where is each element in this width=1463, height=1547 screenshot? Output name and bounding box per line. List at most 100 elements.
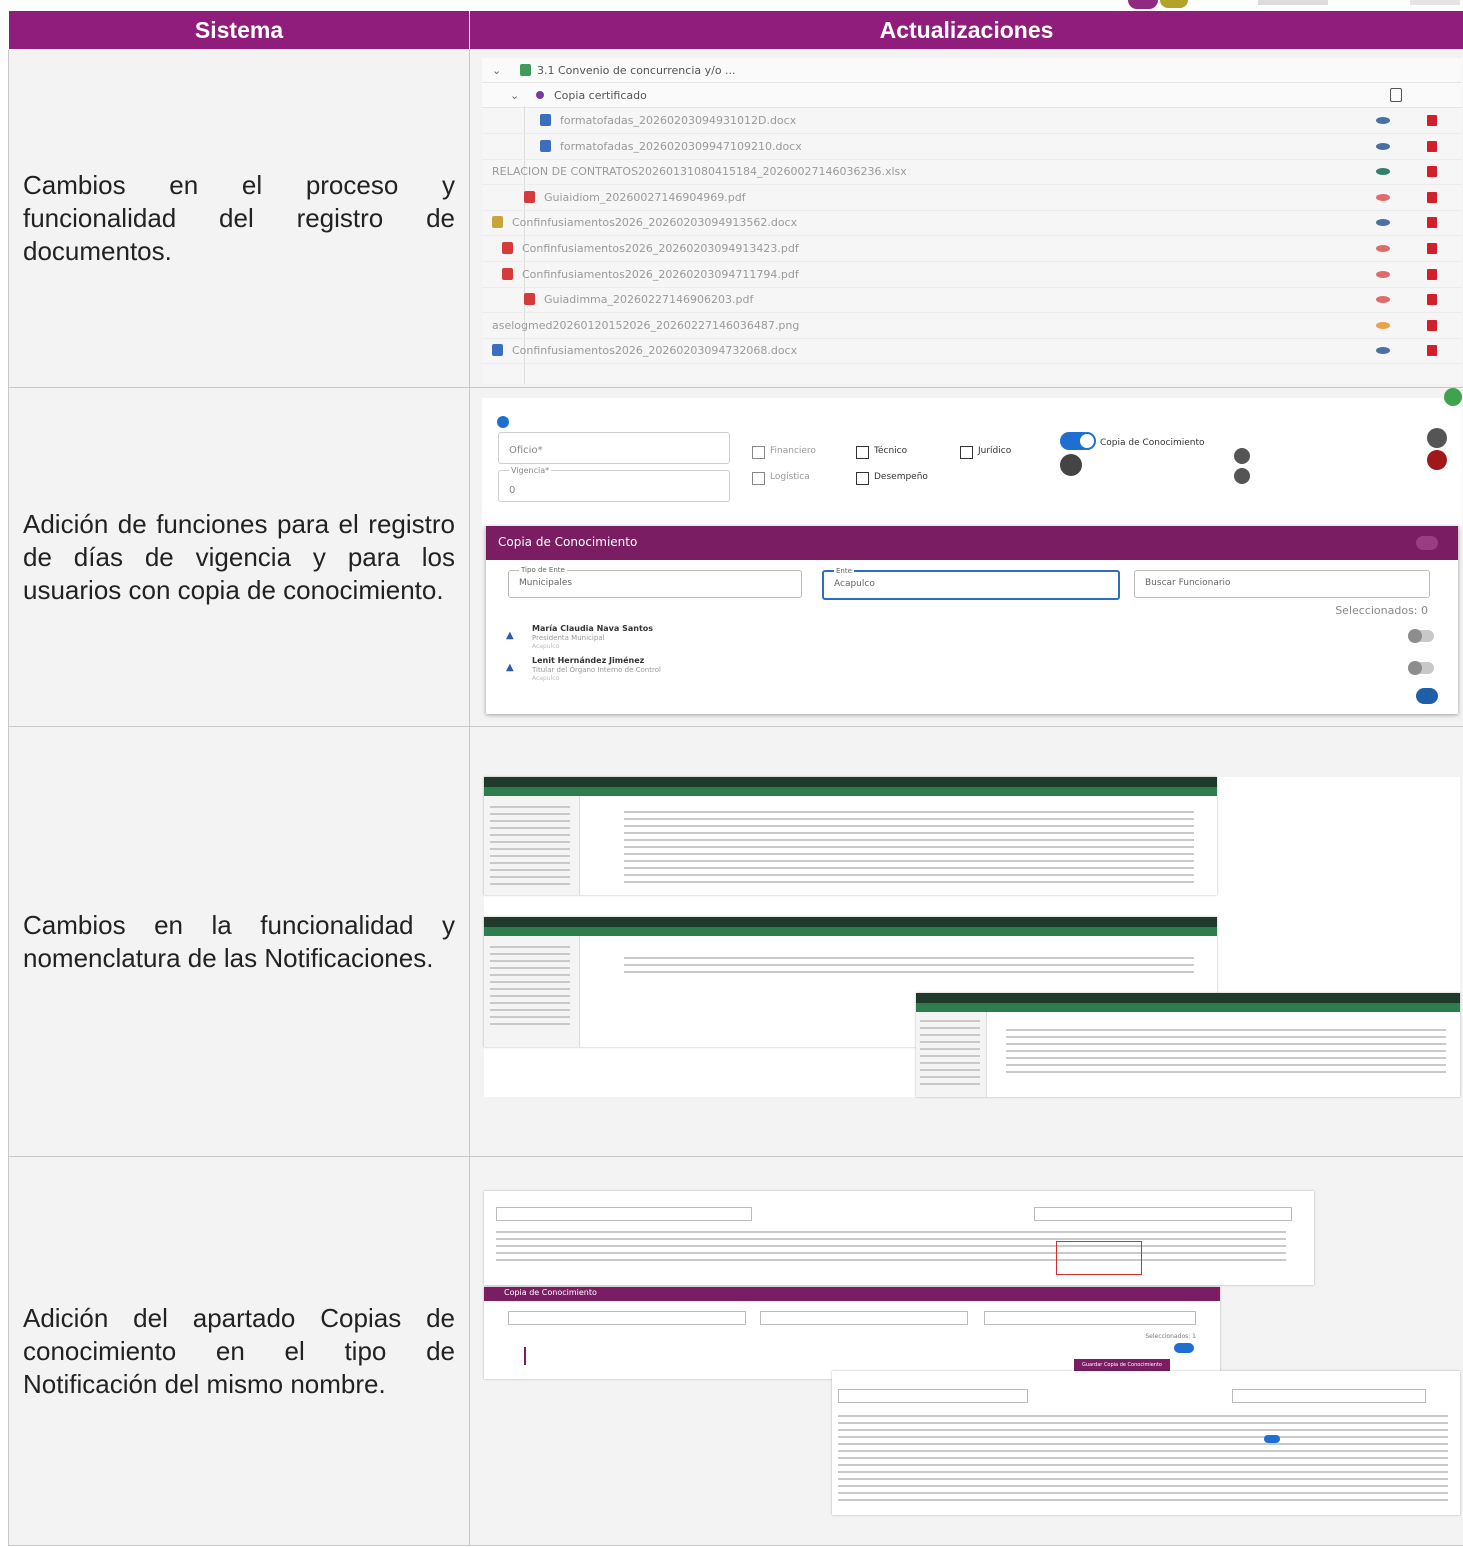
file-name: formatofadas_20260203094931012D.docx [560,114,797,127]
notifications-list-screenshot [484,777,1217,895]
file-icon[interactable] [1234,468,1250,484]
file-icon [524,190,535,203]
file-icon [502,267,513,280]
eye-icon[interactable] [1376,296,1390,304]
list-item[interactable]: formatofadas_20260203094931012D.docx [482,108,1462,134]
trash-icon[interactable] [1427,294,1437,306]
trash-icon[interactable] [1427,191,1437,203]
file-name: Guiadimma_20260227146906203.pdf [544,293,754,307]
eye-icon[interactable] [1376,321,1390,329]
chevron-down-icon: ⌄ [510,89,520,102]
folder-icon [520,64,531,76]
user-toggle[interactable] [1264,1435,1280,1443]
list-item[interactable]: Confinfusiamentos2026_20260203094711794.… [482,262,1462,288]
check-financiero[interactable] [752,446,765,459]
list-item[interactable]: Guiaidiom_20260027146904969.pdf [482,185,1462,211]
search-input[interactable]: Buscar Funcionario [1134,570,1430,598]
file-icon[interactable] [1234,448,1250,464]
add-icon[interactable] [1444,388,1462,406]
header-actualizaciones: Actualizaciones [469,10,1463,50]
folder-label: 3.1 Convenio de concurrencia y/o ... [537,64,736,77]
screenshot-cell [469,726,1463,1157]
oficio-field[interactable]: Oficio* [498,432,730,464]
notifications-detail-screenshot [916,993,1460,1097]
list-item[interactable]: Confinfusiamentos2026_20260203094732068.… [482,338,1462,365]
row-description: Adición de funciones para el registro de… [8,387,470,727]
tipo-ente-select[interactable]: Tipo de Ente Municipales [508,566,802,598]
file-name: formatofadas_2026020309947109210.docx [560,139,802,153]
trash-icon[interactable] [1427,140,1437,152]
list-item[interactable]: formatofadas_2026020309947109210.docx [482,134,1462,160]
check-desempeno[interactable] [856,472,869,485]
screenshot-cell: ⌄ 3.1 Convenio de concurrencia y/o ... ⌄… [469,49,1463,388]
trash-icon[interactable] [1427,243,1437,254]
user-row: ▲ María Claudia Nava Santos Presidenta M… [498,622,1442,652]
eye-icon[interactable] [1376,219,1390,227]
document-form-screenshot: Oficio* Vigencia* 0 Financiero Técnico Ju… [482,388,1462,526]
user-toggle[interactable] [1174,1343,1194,1353]
save-icon[interactable] [1427,428,1447,448]
trash-icon[interactable] [1427,217,1437,229]
trash-icon[interactable] [1427,345,1437,357]
file-name: Guiaidiom_20260027146904969.pdf [544,190,746,204]
trash-icon[interactable] [1427,268,1437,280]
table-row: Cambios en la funcionalidad y nomenclatu… [8,726,1463,1157]
table-row: Adición de funciones para el registro de… [8,387,1463,727]
file-name: Confinfusiamentos2026_20260203094913562.… [512,216,798,230]
user-icon: ▲ [506,630,514,641]
eye-icon[interactable] [1376,193,1390,201]
file-icon [502,242,513,254]
eye-icon[interactable] [1376,142,1390,150]
eye-icon[interactable] [1376,117,1390,124]
list-item[interactable]: Confinfusiamentos2026_20260203094913423.… [482,236,1462,262]
user-toggle[interactable] [1408,661,1434,675]
eye-icon[interactable] [1376,347,1390,355]
list-item[interactable]: Confinfusiamentos2026_20260203094913562.… [482,210,1462,237]
upload-file-icon[interactable] [1390,88,1402,102]
eye-icon[interactable] [1376,270,1390,278]
header-sistema: Sistema [8,10,470,50]
file-icon [524,293,535,306]
modal-title: Copia de Conocimiento [498,535,638,549]
check-tecnico[interactable] [856,446,869,459]
ente-input[interactable]: Ente Acapulco [822,567,1120,600]
confirm-button[interactable] [1416,688,1438,704]
header-logo [1080,0,1463,10]
screenshot-cell: Oficio* Vigencia* 0 Financiero Técnico Ju… [469,387,1463,727]
file-icon [492,216,503,229]
close-icon[interactable] [1416,536,1438,550]
notifications-table-screenshot [484,1191,1314,1285]
table-row: Cambios en el proceso y funcionalidad de… [8,49,1463,388]
trash-icon[interactable] [1427,115,1437,126]
user-icon: ▲ [506,662,514,673]
row-description: Cambios en el proceso y funcionalidad de… [8,49,470,388]
trash-icon[interactable] [1427,319,1437,331]
add-user-icon[interactable] [1060,454,1082,476]
selected-count: Seleccionados: 0 [1335,604,1428,617]
file-name: Confinfusiamentos2026_20260203094711794.… [522,267,799,281]
list-item[interactable]: Guiadimma_20260227146906203.pdf [482,287,1462,314]
trash-icon[interactable] [1427,166,1437,178]
user-toggle[interactable] [1408,629,1434,643]
row-description: Adición del apartado Copias de conocimie… [8,1156,470,1546]
screenshot-cell: Copia de Conocimiento Seleccionados: 1 G… [469,1156,1463,1546]
eye-icon[interactable] [1376,168,1390,176]
file-name: Confinfusiamentos2026_20260203094732068.… [512,344,798,358]
category-icon [536,91,544,99]
highlight-box [1056,1241,1142,1275]
file-icon [540,114,551,126]
updates-table: Sistema Actualizaciones Cambios en el pr… [8,10,1463,1546]
eye-icon[interactable] [1376,245,1390,252]
vigencia-field[interactable]: Vigencia* 0 [498,466,730,502]
delete-icon[interactable] [1427,450,1447,470]
row-description: Cambios en la funcionalidad y nomenclatu… [8,726,470,1157]
list-item[interactable]: aselogmed20260120152026_2026022714603648… [482,313,1462,339]
file-icon [540,139,551,152]
copia-modal-screenshot: Copia de Conocimiento Seleccionados: 1 G… [484,1287,1220,1379]
file-name: RELACION DE CONTRATOS20260131080415184_2… [492,165,907,179]
check-logistica[interactable] [752,472,765,485]
list-item[interactable]: RELACION DE CONTRATOS20260131080415184_2… [482,159,1462,186]
save-copia-button[interactable]: Guardar Copia de Conocimiento [1074,1359,1170,1371]
check-juridico[interactable] [960,446,973,459]
user-row: ▲ Lenit Hernández Jiménez Titular del Ór… [498,654,1442,684]
